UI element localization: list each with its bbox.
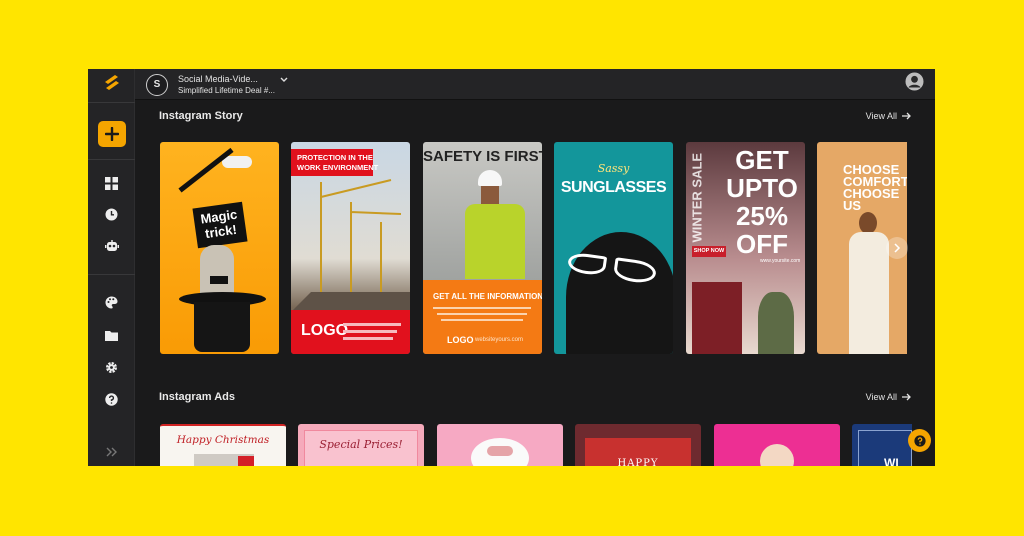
template-card-sunglasses[interactable]: Sassy SUNGLASSES	[554, 142, 673, 354]
bowtie-graphic	[210, 276, 228, 284]
happy-text: HAPPY	[617, 458, 659, 466]
plus-icon	[97, 121, 126, 147]
protection-logo: LOGO	[301, 322, 349, 339]
workspace-subtitle: Simplified Lifetime Deal #...	[178, 85, 275, 95]
winter-text: WI	[884, 456, 899, 466]
protection-headline-1: PROTECTION IN THE	[297, 153, 373, 162]
workspace-avatar: S	[146, 73, 168, 96]
sale-line4: OFF	[736, 229, 788, 259]
footer-box: LOGO	[291, 310, 410, 354]
view-all-label: View All	[865, 111, 897, 121]
palette-icon[interactable]	[88, 294, 135, 310]
headline-box: PROTECTION IN THE WORK ENVIRONMENT	[291, 149, 378, 176]
ad-card-happy[interactable]: HAPPY	[575, 424, 701, 466]
help-icon[interactable]	[88, 391, 135, 407]
christmas-text: Happy Christmas	[176, 434, 270, 446]
sunglasses-script: Sassy	[597, 162, 630, 175]
sale-vertical-text: WINTER SALE	[689, 152, 705, 243]
text-box: Magic trick!	[192, 201, 248, 249]
grid-icon[interactable]	[88, 175, 135, 191]
template-card-protection[interactable]: PROTECTION IN THE WORK ENVIRONMENT LOGO	[291, 142, 410, 354]
worker-face-graphic	[481, 186, 499, 204]
double-chevron-icon[interactable]	[88, 445, 135, 459]
sunglasses-headline: SUNGLASSES	[560, 179, 667, 196]
gift-graphic	[238, 456, 254, 466]
ad-card-special-prices[interactable]: Special Prices!	[298, 424, 424, 466]
ad-card-christmas[interactable]: Happy Christmas	[160, 424, 286, 466]
arrow-right-icon	[902, 112, 911, 120]
app-window: S Social Media-Vide... Simplified Lifeti…	[88, 69, 935, 466]
shop-now-badge: SHOP NOW	[692, 246, 726, 257]
template-card-safety[interactable]: SAFETY IS FIRST GET ALL THE INFORMATION …	[423, 142, 542, 354]
info-panel: GET ALL THE INFORMATION LOGO websiteyour…	[423, 280, 542, 354]
face-graphic	[487, 446, 513, 456]
section-title-instagram-story: Instagram Story	[159, 110, 243, 122]
clothes-rack-graphic	[692, 282, 742, 354]
view-all-story-link[interactable]: View All	[866, 111, 911, 121]
robot-icon[interactable]	[88, 238, 135, 254]
sale-line1: GET	[735, 145, 789, 175]
workspace-switcher[interactable]: S Social Media-Vide... Simplified Lifeti…	[146, 73, 288, 96]
clock-icon[interactable]	[88, 206, 135, 222]
sidebar	[88, 69, 135, 466]
hard-hat-graphic	[478, 170, 502, 186]
sale-line3: 25%	[735, 201, 789, 231]
model-head-graphic	[859, 212, 877, 234]
sale-url: www.yoursite.com	[760, 258, 801, 264]
ad-card-winter[interactable]: WI	[852, 424, 912, 466]
sale-line2: UPTO	[726, 173, 798, 203]
safety-cta: GET ALL THE INFORMATION	[433, 292, 542, 301]
section-title-instagram-ads: Instagram Ads	[159, 391, 236, 403]
protection-headline-2: WORK ENVIRONMENT	[297, 163, 379, 172]
gear-icon[interactable]	[88, 359, 135, 375]
plant-graphic	[758, 292, 794, 354]
view-all-ads-link[interactable]: View All	[866, 392, 911, 402]
chevron-down-icon[interactable]	[280, 77, 288, 83]
main-content: Instagram Story View All Magic trick! PR	[135, 100, 935, 466]
safety-logo: LOGO	[447, 335, 474, 345]
template-card-winter-sale[interactable]: WINTER SALE GET UPTO 25% OFF SHOP NOW ww…	[686, 142, 805, 354]
ad-card-pink-product[interactable]	[714, 424, 840, 466]
view-all-label: View All	[865, 392, 897, 402]
safety-vest-graphic	[465, 204, 525, 279]
workspace-name: Social Media-Vide...	[178, 73, 258, 84]
safety-headline: SAFETY IS FIRST	[423, 148, 542, 165]
chevron-right-icon	[893, 243, 900, 253]
top-bar: S Social Media-Vide... Simplified Lifeti…	[135, 69, 935, 100]
product-graphic	[760, 444, 794, 466]
ad-card-pink-balloon[interactable]	[437, 424, 563, 466]
folder-icon[interactable]	[88, 327, 135, 343]
top-hat-graphic	[194, 302, 250, 352]
user-account-icon[interactable]	[905, 72, 924, 96]
template-card-magic-trick[interactable]: Magic trick!	[160, 142, 279, 354]
carousel-next-button[interactable]	[886, 237, 908, 259]
model-coat-graphic	[849, 232, 889, 354]
magic-wand-graphic	[178, 147, 234, 193]
help-chat-button[interactable]	[908, 429, 931, 452]
model-graphic	[566, 232, 673, 354]
arrow-right-icon	[902, 393, 911, 401]
simplified-logo-icon[interactable]	[88, 72, 135, 94]
glove-graphic	[222, 156, 252, 168]
question-icon	[913, 434, 926, 447]
create-button[interactable]	[88, 121, 135, 147]
comfort-line4: US	[843, 198, 862, 213]
special-prices-text: Special Prices!	[319, 438, 403, 451]
safety-url: websiteyours.com	[475, 337, 524, 343]
